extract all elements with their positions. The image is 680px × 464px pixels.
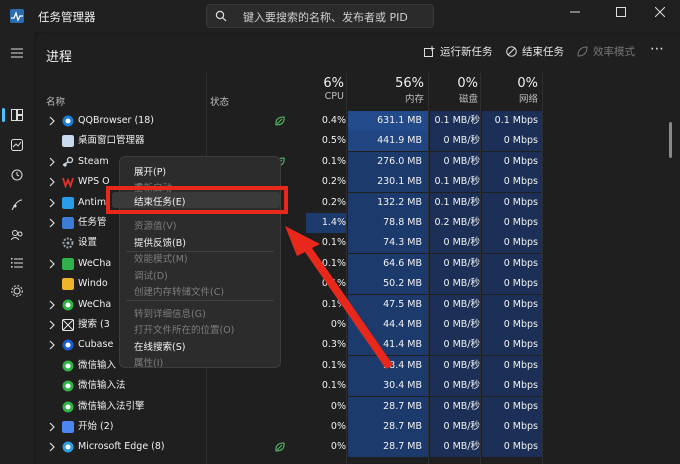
annotation-arrow: [285, 226, 393, 369]
